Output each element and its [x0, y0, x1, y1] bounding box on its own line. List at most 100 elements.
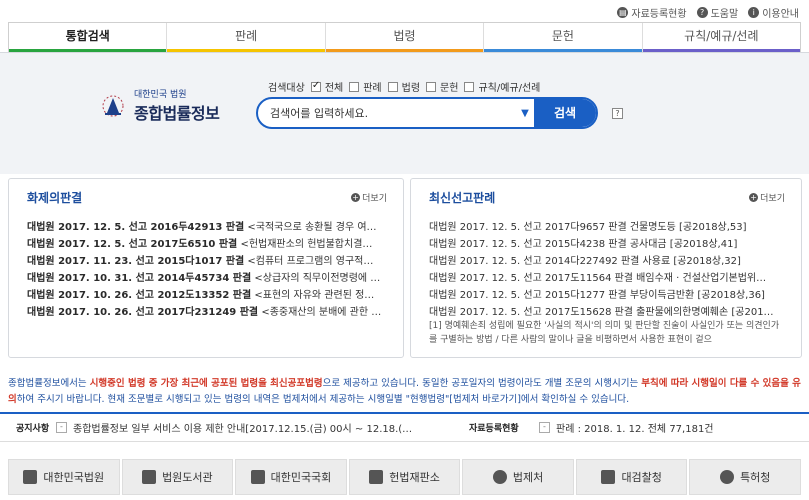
tab-rules[interactable]: 규칙/예규/선례 [642, 23, 801, 52]
case-description: <표현의 자유와 관련된 정… [254, 290, 375, 301]
list-item[interactable]: 대법원 2017. 11. 23. 선고 2015다1017 판결 <컴퓨터 프… [27, 253, 387, 270]
scope-statutes-checkbox[interactable] [387, 81, 398, 92]
list-item[interactable]: 대법원 2017. 12. 5. 선고 2015다1277 판결 부당이득금반환… [429, 287, 785, 304]
ruling-summary: [1] 명예훼손죄 성립에 필요한 '사실의 적시'의 의미 및 판단할 진술이… [429, 321, 780, 345]
list-item[interactable]: 대법원 2017. 12. 5. 선고 2017도6510 판결 <헌법재판소의… [27, 236, 387, 253]
list-item[interactable]: 대법원 2017. 12. 5. 선고 2014다227492 판결 사용료 [… [429, 253, 785, 270]
search-button[interactable]: 검색 [534, 99, 596, 127]
pillar-icon [369, 470, 384, 484]
link-constitutional-court[interactable]: 헌법재판소 [348, 459, 461, 495]
hot-rulings-title: 화제의판결 [27, 191, 83, 205]
latest-rulings-more-button[interactable]: + 더보기 [749, 191, 785, 204]
case-citation: 대법원 2017. 11. 23. 선고 2015다1017 판결 [27, 256, 245, 267]
related-sites: 대한민국법원 법원도서관 대한민국국회 헌법재판소 법제처 대검찰청 특허청 [8, 459, 802, 495]
plus-icon: + [351, 193, 361, 202]
hot-rulings-more-button[interactable]: + 더보기 [351, 191, 387, 204]
scope-all-checkbox[interactable] [310, 80, 321, 92]
utility-links: ▤ 자료등록현황 ? 도움말 i 이용안내 [617, 5, 799, 20]
info-bar: 공지사항 - 종합법률정보 일부 서비스 이용 제한 안내[2017.12.15… [0, 412, 809, 442]
emblem-icon [492, 470, 507, 484]
plus-icon: + [749, 193, 759, 202]
link-prosecutors-office[interactable]: 대검찰청 [575, 459, 688, 495]
notice-emphasis-1: 시행중인 법령 중 가장 최근에 공포된 법령을 최신공포법령 [89, 378, 323, 389]
court-building-icon [23, 470, 38, 484]
case-citation: 대법원 2017. 10. 26. 선고 2012도13352 판결 [27, 290, 252, 301]
latest-rulings-list: 대법원 2017. 12. 5. 선고 2017다9657 판결 건물명도등 [… [429, 219, 785, 321]
status-link-label: 자료등록현황 [631, 9, 687, 20]
notice-text-1: 종합법률정보에서는 [8, 378, 90, 389]
case-citation: 대법원 2017. 10. 26. 선고 2017다231249 판결 [27, 307, 259, 318]
scope-statutes-label: 법령 [401, 83, 421, 94]
logo-line-1: 대한민국 법원 [134, 90, 187, 100]
link-supreme-court[interactable]: 대한민국법원 [8, 459, 120, 495]
search-scope: 검색대상 전체 판례 법령 문헌 규칙/예규/선례 [268, 79, 541, 95]
main-tabs: 통합검색 판례 법령 문헌 규칙/예규/선례 [8, 22, 801, 52]
link-prosecutors-office-label: 대검찰청 [621, 471, 662, 484]
info-icon: i [748, 7, 760, 18]
case-description: <상급자의 직무이전명령에 … [254, 273, 381, 284]
help-link[interactable]: ? 도움말 [696, 5, 739, 20]
scope-literature-checkbox[interactable] [426, 81, 437, 92]
latest-rulings-title: 최신선고판례 [429, 191, 496, 205]
scope-precedents-label: 판례 [363, 83, 382, 94]
list-item[interactable]: 대법원 2017. 12. 5. 선고 2016두42913 판결 <국적국으로… [27, 219, 387, 236]
status-link[interactable]: ▤ 자료등록현황 [617, 5, 687, 20]
scope-rules-checkbox[interactable] [464, 81, 475, 92]
status-text: 판례 : 2018. 1. 12. 전체 77,181건 [556, 424, 714, 435]
site-logo[interactable]: 대한민국 법원 종합법률정보 [98, 87, 220, 124]
link-national-assembly[interactable]: 대한민국국회 [235, 459, 347, 495]
scope-all-label: 전체 [324, 83, 344, 94]
list-item[interactable]: 대법원 2017. 12. 5. 선고 2015다4238 판결 공사대금 [공… [429, 236, 785, 253]
bars-icon [601, 470, 616, 484]
link-patent-office[interactable]: 특허청 [689, 459, 802, 495]
statute-notice: 종합법률정보에서는 시행중인 법령 중 가장 최근에 공포된 법령을 최신공포법… [8, 376, 801, 408]
guide-link-label: 이용안내 [762, 9, 799, 20]
notice-text-3: 하여 주시기 바랍니다. 현재 조문별로 시행되고 있는 법령의 내역은 법제처… [16, 394, 630, 405]
link-legislation-ministry[interactable]: 법제처 [462, 459, 574, 495]
next-status-icon[interactable]: - [539, 422, 550, 433]
hot-rulings-more-label: 더보기 [362, 194, 387, 204]
notice-headline[interactable]: 종합법률정보 일부 서비스 이용 제한 안내[2017.12.15.(금) 00… [73, 420, 453, 435]
list-item[interactable]: 대법원 2017. 10. 26. 선고 2012도13352 판결 <표현의 … [27, 287, 387, 304]
help-link-label: 도움말 [710, 9, 739, 20]
hot-rulings-list: 대법원 2017. 12. 5. 선고 2016두42913 판결 <국적국으로… [27, 219, 387, 321]
latest-rulings-more-label: 더보기 [760, 194, 785, 204]
notice-text-2: 으로 제공하고 있습니다. 동일한 공포일자의 법령이라도 개별 조문의 시행시… [322, 378, 642, 389]
notice-label: 공지사항 [16, 424, 50, 434]
guide-link[interactable]: i 이용안내 [748, 5, 799, 20]
tab-literature[interactable]: 문헌 [484, 23, 643, 52]
scope-literature-label: 문헌 [440, 83, 459, 94]
latest-rulings-panel: 최신선고판례 + 더보기 대법원 2017. 12. 5. 선고 2017다965… [410, 178, 802, 358]
scope-label: 검색대상 [268, 83, 305, 94]
search-input[interactable]: 검색어를 입력하세요. [258, 105, 516, 121]
list-item[interactable]: 대법원 2017. 12. 5. 선고 2017다9657 판결 건물명도등 [… [429, 219, 785, 236]
status-label: 자료등록현황 [469, 424, 519, 434]
link-court-library[interactable]: 법원도서관 [121, 459, 234, 495]
case-description: <종중재산의 분배에 관한 … [261, 307, 382, 318]
link-supreme-court-label: 대한민국법원 [43, 471, 105, 484]
scope-rules-label: 규칙/예규/선례 [478, 83, 541, 94]
tab-precedents[interactable]: 판례 [167, 23, 326, 52]
chevron-down-icon[interactable]: ▼ [516, 108, 534, 119]
case-description: <헌법재판소의 헌법불합치결… [240, 239, 373, 250]
court-emblem-icon [102, 95, 124, 116]
case-citation: 대법원 2017. 12. 5. 선고 2016두42913 판결 [27, 222, 245, 233]
logo-line-2: 종합법률정보 [134, 104, 220, 123]
search-hero: 대한민국 법원 종합법률정보 검색대상 전체 판례 법령 문헌 규칙/예규/선례… [0, 52, 809, 174]
list-item[interactable]: 대법원 2017. 12. 5. 선고 2017도11564 판결 배임수재 ·… [429, 270, 785, 287]
prev-notice-icon[interactable]: - [56, 422, 67, 433]
link-national-assembly-label: 대한민국국회 [270, 471, 332, 484]
search-box: 검색어를 입력하세요. ▼ 검색 [256, 97, 598, 129]
search-help-icon[interactable]: ? [612, 108, 623, 119]
tab-statutes[interactable]: 법령 [325, 23, 485, 52]
clipboard-icon: ▤ [617, 7, 629, 18]
patent-emblem-icon [720, 470, 735, 484]
scope-precedents-checkbox[interactable] [349, 81, 360, 92]
link-legislation-ministry-label: 법제처 [512, 471, 544, 484]
case-description: <국적국으로 송환될 경우 여… [247, 222, 377, 233]
assembly-icon [250, 470, 265, 484]
tab-integrated-search[interactable]: 통합검색 [9, 23, 168, 52]
link-patent-office-label: 특허청 [740, 471, 771, 484]
list-item[interactable]: 대법원 2017. 10. 26. 선고 2017다231249 판결 <종중재… [27, 304, 387, 321]
list-item[interactable]: 대법원 2017. 10. 31. 선고 2014두45734 판결 <상급자의… [27, 270, 387, 287]
